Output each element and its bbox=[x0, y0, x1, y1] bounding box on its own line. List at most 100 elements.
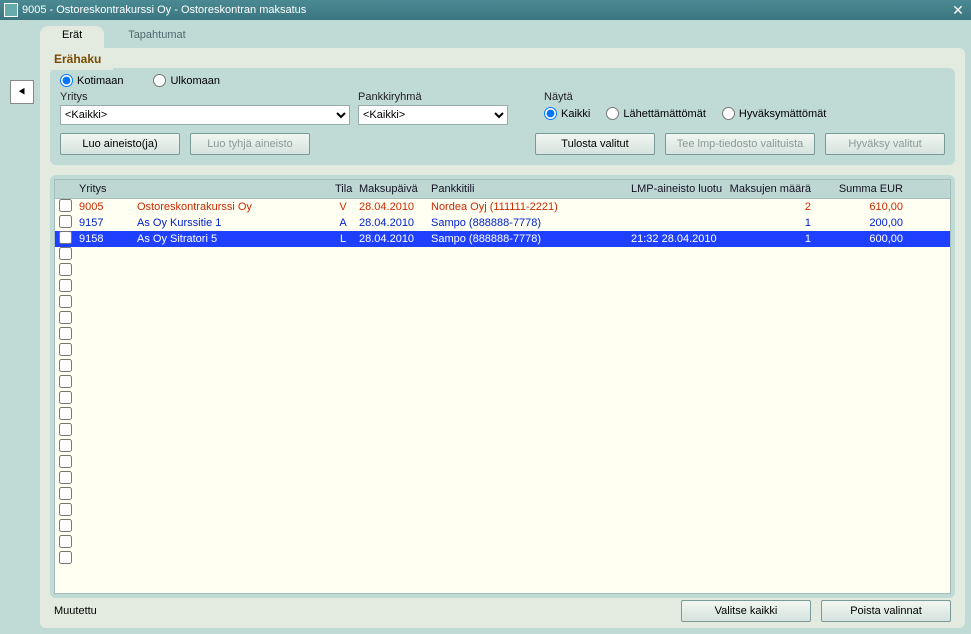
row-checkbox[interactable] bbox=[59, 423, 72, 436]
table-row[interactable] bbox=[55, 455, 950, 471]
radio-kotimaan-input[interactable] bbox=[60, 74, 73, 87]
filter-row: Yritys <Kaikki> Pankkiryhmä <Kaikki> bbox=[60, 91, 945, 125]
cell-maksupaiva: 28.04.2010 bbox=[355, 201, 427, 213]
valitse-kaikki-button[interactable]: Valitse kaikki bbox=[681, 600, 811, 622]
table-row[interactable]: 9005Ostoreskontrakurssi OyV28.04.2010Nor… bbox=[55, 199, 950, 215]
table-row[interactable] bbox=[55, 375, 950, 391]
table-row[interactable] bbox=[55, 247, 950, 263]
row-checkbox[interactable] bbox=[59, 215, 72, 228]
row-checkbox[interactable] bbox=[59, 551, 72, 564]
col-tila[interactable]: Tila bbox=[331, 183, 355, 195]
cell-name: Ostoreskontrakurssi Oy bbox=[133, 201, 331, 213]
row-checkbox[interactable] bbox=[59, 199, 72, 212]
cell-tila: A bbox=[331, 217, 355, 229]
cell-name: As Oy Sitratori 5 bbox=[133, 233, 331, 245]
row-checkbox[interactable] bbox=[59, 503, 72, 516]
table-row[interactable] bbox=[55, 327, 950, 343]
col-summa[interactable]: Summa EUR bbox=[815, 183, 907, 195]
pankkiryhma-select[interactable]: <Kaikki> bbox=[358, 105, 508, 125]
cell-yritys: 9005 bbox=[75, 201, 133, 213]
main-panel: Erät Tapahtumat Erähaku Kotimaan bbox=[40, 26, 965, 628]
row-checkbox[interactable] bbox=[59, 359, 72, 372]
radio-nayta-hyvaksy[interactable]: Hyväksymättömät bbox=[722, 107, 826, 120]
col-maksujen[interactable]: Maksujen määrä bbox=[725, 183, 815, 195]
table-row[interactable] bbox=[55, 279, 950, 295]
yritys-select[interactable]: <Kaikki> bbox=[60, 105, 350, 125]
row-checkbox[interactable] bbox=[59, 231, 72, 244]
tabs: Erät Tapahtumat bbox=[40, 26, 965, 48]
cell-lmp: 21:32 28.04.2010 bbox=[627, 233, 725, 245]
table-row[interactable] bbox=[55, 295, 950, 311]
table-row[interactable] bbox=[55, 263, 950, 279]
app-icon bbox=[4, 3, 18, 17]
table-row[interactable] bbox=[55, 391, 950, 407]
table-row[interactable] bbox=[55, 343, 950, 359]
table-row[interactable]: 9157As Oy Kurssitie 1A28.04.2010Sampo (8… bbox=[55, 215, 950, 231]
row-checkbox[interactable] bbox=[59, 311, 72, 324]
cell-tila: L bbox=[331, 233, 355, 245]
radio-kotimaan[interactable]: Kotimaan bbox=[60, 74, 123, 87]
row-checkbox[interactable] bbox=[59, 455, 72, 468]
poista-valinnat-button[interactable]: Poista valinnat bbox=[821, 600, 951, 622]
row-checkbox[interactable] bbox=[59, 439, 72, 452]
col-pankkitili[interactable]: Pankkitili bbox=[427, 183, 627, 195]
cell-maksujen: 1 bbox=[725, 217, 815, 229]
tee-lmp-button[interactable]: Tee lmp-tiedosto valituista bbox=[665, 133, 815, 155]
col-lmp[interactable]: LMP-aineisto luotu bbox=[627, 183, 725, 195]
grid-header: Yritys Tila Maksupäivä Pankkitili LMP-ai… bbox=[54, 179, 951, 199]
tab-erat[interactable]: Erät bbox=[40, 26, 104, 48]
row-checkbox[interactable] bbox=[59, 535, 72, 548]
table-row[interactable] bbox=[55, 311, 950, 327]
cell-name: As Oy Kurssitie 1 bbox=[133, 217, 331, 229]
table-row[interactable] bbox=[55, 503, 950, 519]
luo-tyhja-button[interactable]: Luo tyhjä aineisto bbox=[190, 133, 310, 155]
row-checkbox[interactable] bbox=[59, 279, 72, 292]
cell-summa: 610,00 bbox=[815, 201, 907, 213]
radio-ulkomaan-input[interactable] bbox=[153, 74, 166, 87]
table-row[interactable] bbox=[55, 551, 950, 567]
row-checkbox[interactable] bbox=[59, 247, 72, 260]
row-checkbox[interactable] bbox=[59, 263, 72, 276]
cell-maksupaiva: 28.04.2010 bbox=[355, 233, 427, 245]
search-title: Erähaku bbox=[50, 50, 113, 70]
table-row[interactable] bbox=[55, 423, 950, 439]
table-row[interactable] bbox=[55, 519, 950, 535]
back-icon[interactable]: ⯇ bbox=[10, 80, 34, 104]
row-checkbox[interactable] bbox=[59, 407, 72, 420]
table-row[interactable] bbox=[55, 535, 950, 551]
tab-pane: Erähaku Kotimaan Ulkomaan bbox=[40, 48, 965, 628]
table-row[interactable] bbox=[55, 487, 950, 503]
cell-summa: 600,00 bbox=[815, 233, 907, 245]
col-yritys[interactable]: Yritys bbox=[75, 183, 133, 195]
row-checkbox[interactable] bbox=[59, 487, 72, 500]
cell-maksujen: 1 bbox=[725, 233, 815, 245]
row-checkbox[interactable] bbox=[59, 295, 72, 308]
cell-pankkitili: Sampo (888888-7778) bbox=[427, 217, 627, 229]
table-row[interactable] bbox=[55, 471, 950, 487]
radio-ulkomaan[interactable]: Ulkomaan bbox=[153, 74, 220, 87]
table-row[interactable] bbox=[55, 439, 950, 455]
tab-tapahtumat[interactable]: Tapahtumat bbox=[106, 26, 207, 48]
radio-nayta-kaikki[interactable]: Kaikki bbox=[544, 107, 590, 120]
hyvaksy-button[interactable]: Hyväksy valitut bbox=[825, 133, 945, 155]
grid-body[interactable]: 9005Ostoreskontrakurssi OyV28.04.2010Nor… bbox=[54, 199, 951, 594]
close-icon[interactable]: ✕ bbox=[949, 2, 967, 18]
table-row[interactable] bbox=[55, 407, 950, 423]
scope-radio-group: Kotimaan Ulkomaan bbox=[60, 74, 945, 87]
row-checkbox[interactable] bbox=[59, 375, 72, 388]
col-maksupaiva[interactable]: Maksupäivä bbox=[355, 183, 427, 195]
table-row[interactable] bbox=[55, 359, 950, 375]
table-row[interactable]: 9158As Oy Sitratori 5L28.04.2010Sampo (8… bbox=[55, 231, 950, 247]
grid: Yritys Tila Maksupäivä Pankkitili LMP-ai… bbox=[50, 175, 955, 598]
row-checkbox[interactable] bbox=[59, 519, 72, 532]
row-checkbox[interactable] bbox=[59, 343, 72, 356]
cell-summa: 200,00 bbox=[815, 217, 907, 229]
cell-yritys: 9157 bbox=[75, 217, 133, 229]
row-checkbox[interactable] bbox=[59, 391, 72, 404]
luo-aineisto-button[interactable]: Luo aineisto(ja) bbox=[60, 133, 180, 155]
row-checkbox[interactable] bbox=[59, 327, 72, 340]
pankkiryhma-label: Pankkiryhmä bbox=[358, 91, 508, 103]
row-checkbox[interactable] bbox=[59, 471, 72, 484]
tulosta-button[interactable]: Tulosta valitut bbox=[535, 133, 655, 155]
radio-nayta-laheta[interactable]: Lähettämättömät bbox=[606, 107, 706, 120]
